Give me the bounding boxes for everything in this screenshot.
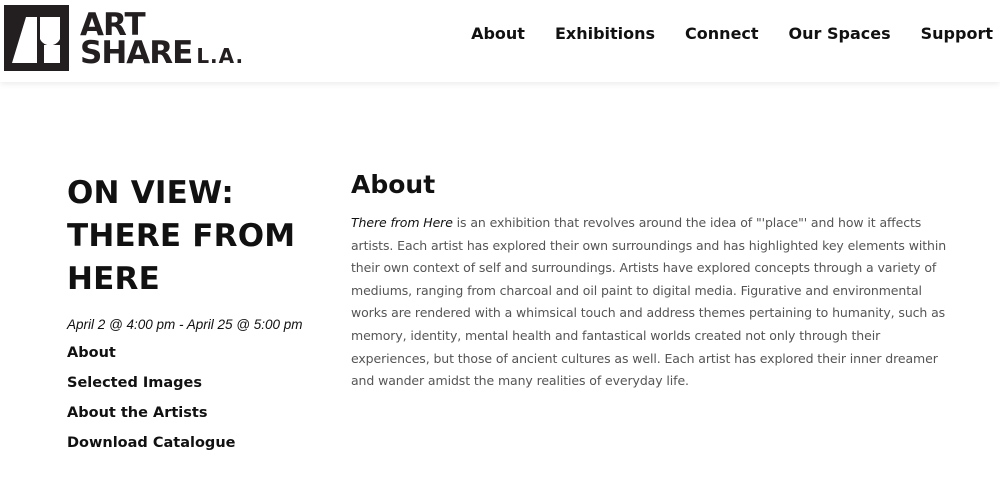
nav-support[interactable]: Support <box>921 24 993 43</box>
page-title: ON VIEW: THERE FROM HERE <box>67 175 296 297</box>
logo-text-share-word: SHARE <box>80 35 193 71</box>
about-paragraph: There from Here is an exhibition that re… <box>351 212 951 393</box>
about-section: About There from Here is an exhibition t… <box>351 170 951 393</box>
logo-text-la: L.A. <box>196 44 245 68</box>
event-date: April 2 @ 4:00 pm - April 25 @ 5:00 pm <box>67 317 303 332</box>
section-links: About Selected Images About the Artists … <box>67 338 337 458</box>
logo-text-share[interactable]: SHARE L.A. <box>80 38 244 69</box>
about-body-text: is an exhibition that revolves around th… <box>351 215 947 389</box>
exhibition-title-italic: There from Here <box>351 215 453 230</box>
section-link-download-catalogue[interactable]: Download Catalogue <box>67 428 337 458</box>
section-link-selected-images[interactable]: Selected Images <box>67 368 337 398</box>
section-link-about[interactable]: About <box>67 338 337 368</box>
nav-about[interactable]: About <box>471 24 525 43</box>
nav-our-spaces[interactable]: Our Spaces <box>789 24 891 43</box>
nav-connect[interactable]: Connect <box>685 24 759 43</box>
about-heading: About <box>351 170 436 199</box>
art-share-logo-icon[interactable] <box>4 5 69 71</box>
site-header: ART SHARE L.A. About Exhibitions Connect … <box>0 0 1000 82</box>
section-link-about-the-artists[interactable]: About the Artists <box>67 398 337 428</box>
main-nav: About Exhibitions Connect Our Spaces Sup… <box>441 24 993 43</box>
nav-exhibitions[interactable]: Exhibitions <box>555 24 655 43</box>
event-sidebar: ON VIEW: THERE FROM HERE April 2 @ 4:00 … <box>67 172 337 458</box>
